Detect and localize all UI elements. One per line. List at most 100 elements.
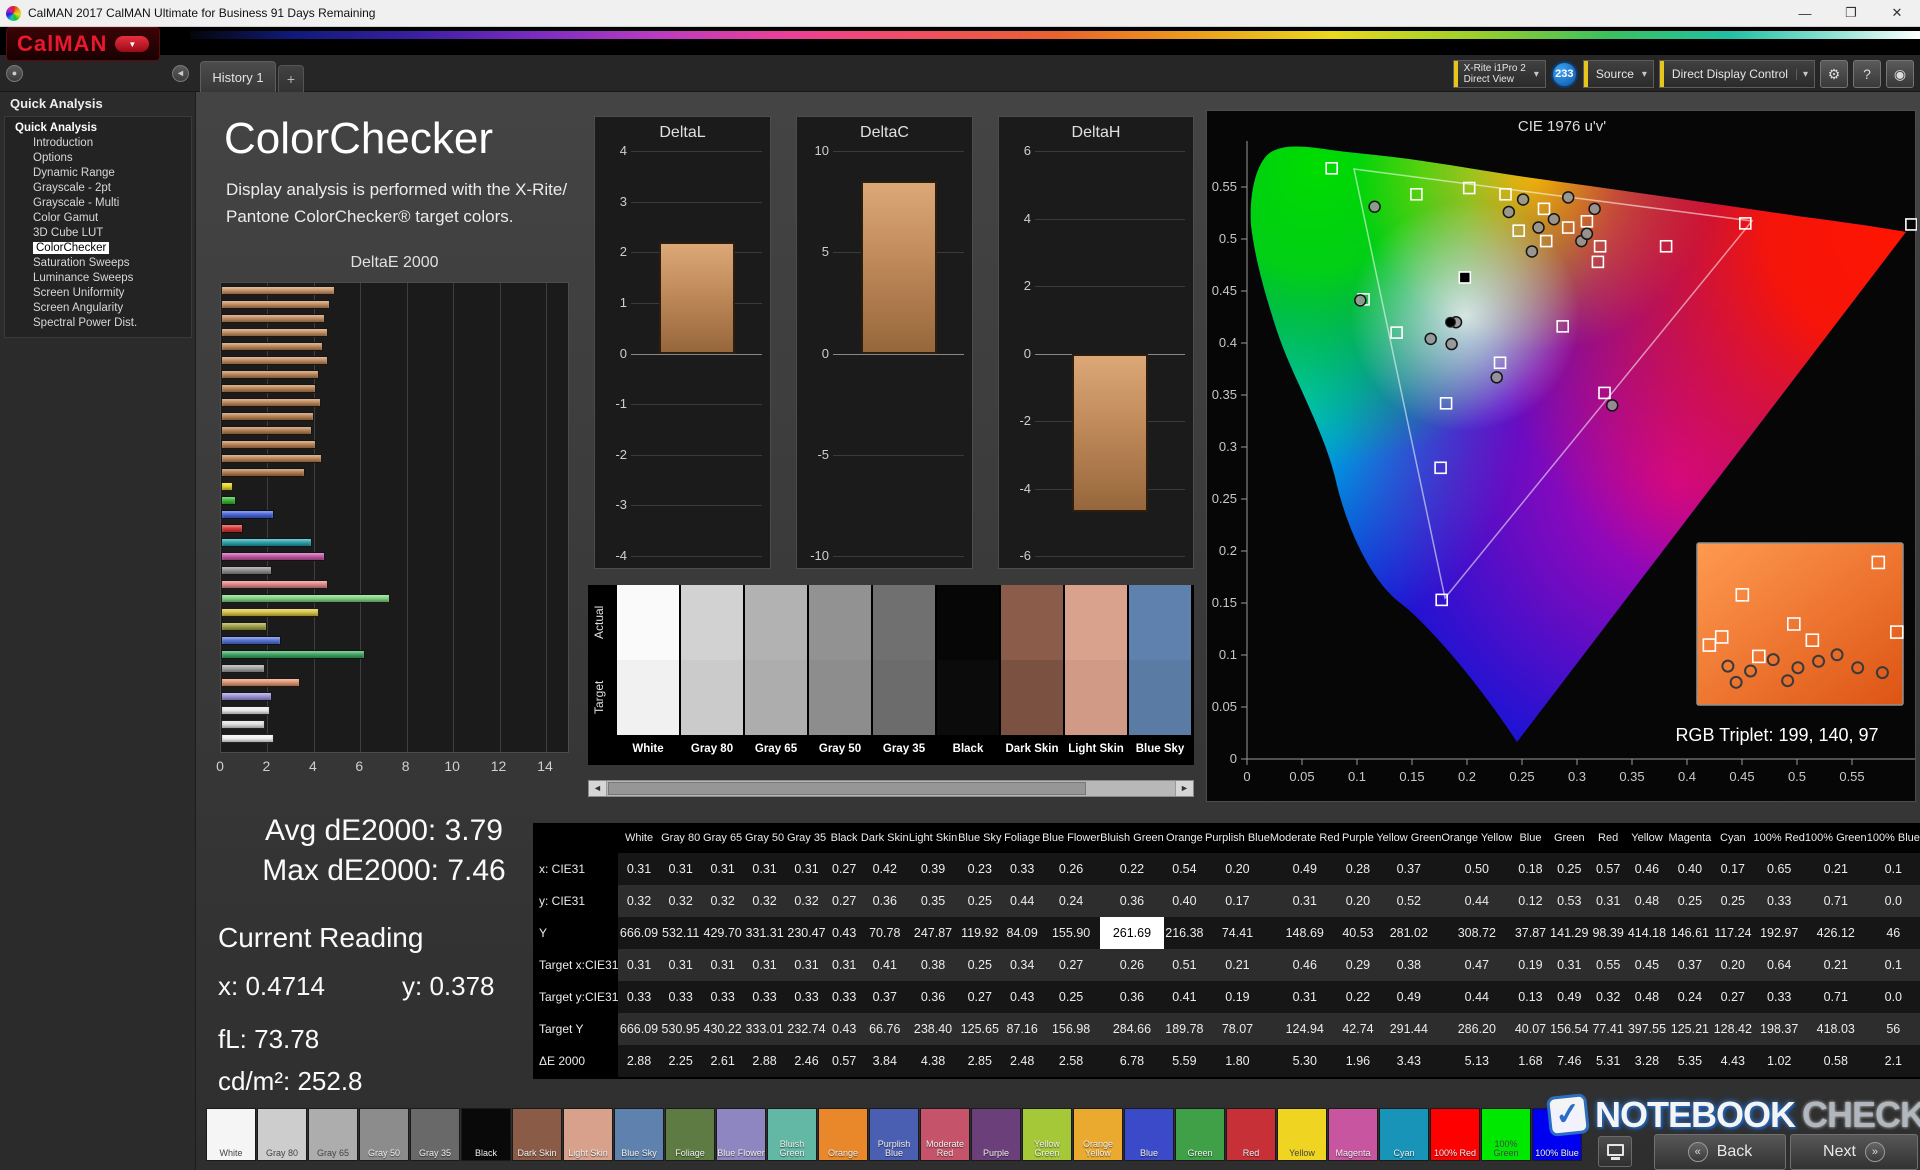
scroll-right-icon[interactable]: ► xyxy=(1175,781,1193,796)
help-button[interactable]: ? xyxy=(1853,60,1881,88)
close-icon[interactable]: ✕ xyxy=(1874,0,1920,26)
patch-chip-gray-35[interactable]: Gray 35 xyxy=(410,1108,460,1161)
table-cell: 666.09 xyxy=(618,917,660,949)
patch-chip-blue[interactable]: Blue xyxy=(1124,1108,1174,1161)
sidebar-header: Quick Analysis xyxy=(10,96,103,111)
table-cell: 0.53 xyxy=(1548,885,1590,917)
sidebar-item-screen-angularity[interactable]: Screen Angularity xyxy=(5,301,191,316)
notebookcheck-watermark: ✓ NOTEBOOK CHECK xyxy=(1546,1093,1920,1137)
table-cell: 0.40 xyxy=(1667,853,1713,885)
scroll-left-icon[interactable]: ◄ xyxy=(589,781,607,796)
table-cell: 0.44 xyxy=(1441,885,1513,917)
patch-chip-label: Orange xyxy=(827,1148,859,1158)
patch-chip-blue-sky[interactable]: Blue Sky xyxy=(614,1108,664,1161)
table-cell: 0.58 xyxy=(1804,1045,1867,1077)
patch-chip-100-red[interactable]: 100% Red xyxy=(1430,1108,1480,1161)
deltae-bar xyxy=(221,496,237,505)
sidebar-item-3d-cube-lut[interactable]: 3D Cube LUT xyxy=(5,226,191,241)
sidebar-collapse-button[interactable]: ◄ xyxy=(172,65,189,82)
back-button[interactable]: « Back xyxy=(1654,1134,1786,1170)
deltae-bar xyxy=(221,384,317,393)
patch-chip-purple[interactable]: Purple xyxy=(971,1108,1021,1161)
patch-chip-blue-flower[interactable]: Blue Flower xyxy=(716,1108,766,1161)
patch-chip-gray-50[interactable]: Gray 50 xyxy=(359,1108,409,1161)
patch-column-gray-50[interactable]: Gray 50 xyxy=(808,585,872,765)
display-button[interactable] xyxy=(1598,1136,1632,1167)
y-tick-label: 5 xyxy=(821,244,829,260)
table-cell: 216.38 xyxy=(1163,917,1206,949)
table-cell: 532.11 xyxy=(659,917,702,949)
meter-select[interactable]: X-Rite i1Pro 2 Direct View ▾ xyxy=(1452,60,1546,88)
patch-chip-100-green[interactable]: 100% Green xyxy=(1481,1108,1531,1161)
patch-strip-scrollbar[interactable]: ◄ ► xyxy=(588,780,1194,797)
patch-column-white[interactable]: White xyxy=(616,585,680,765)
sidebar-item-saturation-sweeps[interactable]: Saturation Sweeps xyxy=(5,256,191,271)
patch-chip-label: Gray 50 xyxy=(367,1148,400,1158)
scrollbar-thumb[interactable] xyxy=(608,782,1086,795)
minimize-icon[interactable]: — xyxy=(1782,0,1828,26)
patch-column-black[interactable]: Black xyxy=(936,585,1000,765)
maximize-icon[interactable]: ❐ xyxy=(1828,0,1874,26)
patch-chip-purplish-blue[interactable]: Purplish Blue xyxy=(869,1108,919,1161)
workflow-options-button[interactable]: ● xyxy=(6,65,23,82)
current-x-reading: x: 0.4714 xyxy=(218,971,325,1001)
patch-chip-black[interactable]: Black xyxy=(461,1108,511,1161)
patch-chip-yellow[interactable]: Yellow xyxy=(1277,1108,1327,1161)
sidebar-item-luminance-sweeps[interactable]: Luminance Sweeps xyxy=(5,271,191,286)
next-button[interactable]: Next » xyxy=(1790,1134,1918,1170)
deltae-bar xyxy=(221,454,322,463)
patch-chip-yellow-green[interactable]: Yellow Green xyxy=(1022,1108,1072,1161)
svg-text:0.45: 0.45 xyxy=(1212,283,1237,298)
table-cell: 0.32 xyxy=(743,885,786,917)
patch-chip-gray-65[interactable]: Gray 65 xyxy=(308,1108,358,1161)
patch-chip-orange-yellow[interactable]: Orange Yellow xyxy=(1073,1108,1123,1161)
pin-button[interactable]: ◉ xyxy=(1886,60,1914,88)
patch-column-blue-sky[interactable]: Blue Sky xyxy=(1128,585,1192,765)
table-cell: 0.32 xyxy=(701,885,744,917)
sidebar-item-grayscale-multi[interactable]: Grayscale - Multi xyxy=(5,196,191,211)
patch-chip-foliage[interactable]: Foliage xyxy=(665,1108,715,1161)
patch-column-gray-80[interactable]: Gray 80 xyxy=(680,585,744,765)
sidebar-item-color-gamut[interactable]: Color Gamut xyxy=(5,211,191,226)
patch-column-gray-35[interactable]: Gray 35 xyxy=(872,585,936,765)
patch-chip-green[interactable]: Green xyxy=(1175,1108,1225,1161)
patch-column-dark-skin[interactable]: Dark Skin xyxy=(1000,585,1064,765)
sidebar-item-colorchecker[interactable]: ColorChecker xyxy=(5,241,191,256)
svg-text:0.45: 0.45 xyxy=(1729,769,1754,784)
calman-logo[interactable]: CalMAN ▼ xyxy=(6,27,161,61)
patch-chip-magenta[interactable]: Magenta xyxy=(1328,1108,1378,1161)
patch-chip-light-skin[interactable]: Light Skin xyxy=(563,1108,613,1161)
patch-chip-gray-80[interactable]: Gray 80 xyxy=(257,1108,307,1161)
patch-chip-red[interactable]: Red xyxy=(1226,1108,1276,1161)
patch-chip-white[interactable]: White xyxy=(206,1108,256,1161)
deltal-plot xyxy=(631,151,762,557)
sidebar-item-introduction[interactable]: Introduction xyxy=(5,136,191,151)
patch-column-gray-65[interactable]: Gray 65 xyxy=(744,585,808,765)
sidebar-item-screen-uniformity[interactable]: Screen Uniformity xyxy=(5,286,191,301)
source-select[interactable]: Source ▾ xyxy=(1582,60,1654,88)
target-row-label: Target xyxy=(592,680,606,715)
sidebar-item-grayscale-2pt[interactable]: Grayscale - 2pt xyxy=(5,181,191,196)
y-tick-label: 0 xyxy=(619,345,627,361)
table-cell: 0.26 xyxy=(1100,949,1164,981)
row-label: Target y:CIE31 xyxy=(533,981,619,1013)
column-header-green: Green xyxy=(1548,823,1590,853)
patch-chip-dark-skin[interactable]: Dark Skin xyxy=(512,1108,562,1161)
patch-chip-cyan[interactable]: Cyan xyxy=(1379,1108,1429,1161)
patch-column-light-skin[interactable]: Light Skin xyxy=(1064,585,1128,765)
patch-chip-bluish-green[interactable]: Bluish Green xyxy=(767,1108,817,1161)
patch-chip-label: Blue Flower xyxy=(717,1148,765,1158)
patch-chip-moderate-red[interactable]: Moderate Red xyxy=(920,1108,970,1161)
tab-add-button[interactable]: + xyxy=(278,65,304,92)
sidebar-item-options[interactable]: Options xyxy=(5,151,191,166)
sidebar-item-dynamic-range[interactable]: Dynamic Range xyxy=(5,166,191,181)
sidebar-item-quick-analysis[interactable]: Quick Analysis xyxy=(5,121,191,136)
calman-menu-button[interactable]: ▼ xyxy=(115,36,150,52)
sidebar-item-spectral-power-dist[interactable]: Spectral Power Dist. xyxy=(5,316,191,331)
meter-count-badge[interactable]: 233 xyxy=(1550,60,1578,88)
settings-button[interactable]: ⚙ xyxy=(1820,60,1848,88)
display-control-select[interactable]: Direct Display Control ▾ xyxy=(1658,60,1815,88)
tab-history-1[interactable]: History 1 xyxy=(200,61,276,92)
table-cell: 3.43 xyxy=(1376,1045,1442,1077)
patch-chip-orange[interactable]: Orange xyxy=(818,1108,868,1161)
